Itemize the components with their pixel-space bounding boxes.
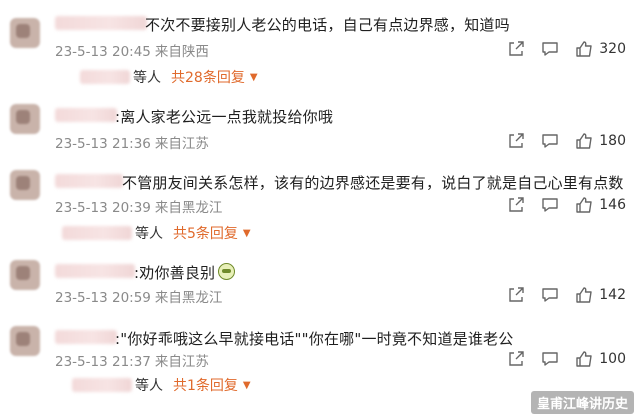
blurred-username <box>55 330 117 344</box>
blurred-username <box>55 264 135 278</box>
comment-date: 23-5-13 20:39 <box>55 200 151 216</box>
avatar[interactable] <box>10 104 40 134</box>
comment-meta: 23-5-13 20:45 来自陕西 <box>55 40 209 60</box>
blurred-username <box>72 378 132 392</box>
share-icon <box>509 133 524 148</box>
emoji-icon <box>218 263 236 280</box>
like-count: 146 <box>599 197 626 213</box>
comment-text-content: :劝你善良别 <box>134 264 216 282</box>
blurred-username <box>55 174 123 188</box>
comment-meta: 23-5-13 20:59 来自黑龙江 <box>55 286 222 306</box>
comment-icon <box>542 352 558 366</box>
reply-button[interactable] <box>541 40 559 58</box>
like-icon <box>576 287 592 303</box>
comment-location: 来自陕西 <box>154 44 209 60</box>
reply-users: 等人 <box>133 70 161 86</box>
like-button[interactable]: 320 <box>575 40 626 58</box>
comment-date: 23-5-13 20:59 <box>55 290 151 306</box>
reply-users: 等人 <box>135 226 163 242</box>
reply-summary[interactable]: 等人 共1条回复 ▼ <box>135 375 251 395</box>
share-icon <box>509 351 524 366</box>
blurred-username <box>55 16 147 30</box>
comment-item: 不次不要接别人老公的电话，自己有点边界感，知道吗 23-5-13 20:45 来自… <box>0 0 640 96</box>
blurred-username <box>80 70 130 84</box>
comment-location: 来自黑龙江 <box>154 290 223 306</box>
watermark: 皇甫江峰讲历史 <box>530 391 634 414</box>
comment-text: :劝你善良别 <box>134 262 236 283</box>
chevron-down-icon: ▼ <box>242 227 251 239</box>
like-icon <box>576 197 592 213</box>
view-replies-link[interactable]: 共28条回复 <box>171 67 245 87</box>
view-replies-link[interactable]: 共1条回复 <box>173 375 238 395</box>
like-count: 180 <box>599 133 626 149</box>
share-button[interactable] <box>507 286 525 304</box>
share-icon <box>509 197 524 212</box>
reply-button[interactable] <box>541 350 559 368</box>
comment-location: 来自黑龙江 <box>154 200 223 216</box>
like-icon <box>576 351 592 367</box>
share-button[interactable] <box>507 40 525 58</box>
comment-meta: 23-5-13 21:37 来自江苏 <box>55 350 209 370</box>
comment-actions: 320 <box>491 38 626 60</box>
comment-icon <box>542 198 558 212</box>
blurred-username <box>55 108 117 122</box>
comment-text: :"你好乖哦这么早就接电话""你在哪"一时竟不知道是谁老公 <box>115 330 514 348</box>
like-count: 100 <box>599 351 626 367</box>
comment-actions: 146 <box>491 194 626 216</box>
comment-actions: 142 <box>491 284 626 306</box>
reply-button[interactable] <box>541 196 559 214</box>
avatar[interactable] <box>10 18 40 48</box>
reply-summary[interactable]: 等人 共28条回复 ▼ <box>133 67 258 87</box>
comment-icon <box>542 134 558 148</box>
comment-text: :离人家老公远一点我就投给你哦 <box>115 108 334 126</box>
comment-item: :离人家老公远一点我就投给你哦 23-5-13 21:36 来自江苏 180 <box>0 96 640 162</box>
like-button[interactable]: 146 <box>575 196 626 214</box>
avatar[interactable] <box>10 326 40 356</box>
share-button[interactable] <box>507 196 525 214</box>
comment-location: 来自江苏 <box>154 136 209 152</box>
comment-icon <box>542 288 558 302</box>
like-icon <box>576 133 592 149</box>
comment-text: 不管朋友间关系怎样，该有的边界感还是要有，说白了就是自己心里有点数 <box>122 174 624 192</box>
like-count: 142 <box>599 287 626 303</box>
chevron-down-icon: ▼ <box>242 379 251 391</box>
reply-button[interactable] <box>541 286 559 304</box>
comment-item: :劝你善良别 23-5-13 20:59 来自黑龙江 142 <box>0 252 640 318</box>
reply-users: 等人 <box>135 378 163 394</box>
comment-item: 不管朋友间关系怎样，该有的边界感还是要有，说白了就是自己心里有点数 23-5-1… <box>0 162 640 252</box>
comment-actions: 100 <box>491 348 626 370</box>
chevron-down-icon: ▼ <box>249 71 258 83</box>
share-icon <box>509 41 524 56</box>
comment-date: 23-5-13 21:36 <box>55 136 151 152</box>
share-icon <box>509 287 524 302</box>
reply-button[interactable] <box>541 132 559 150</box>
comment-meta: 23-5-13 21:36 来自江苏 <box>55 132 209 152</box>
like-button[interactable]: 180 <box>575 132 626 150</box>
blurred-username <box>62 226 132 240</box>
comment-text: 不次不要接别人老公的电话，自己有点边界感，知道吗 <box>145 16 510 34</box>
avatar[interactable] <box>10 170 40 200</box>
like-button[interactable]: 142 <box>575 286 626 304</box>
comment-date: 23-5-13 21:37 <box>55 354 151 370</box>
comment-icon <box>542 42 558 56</box>
like-count: 320 <box>599 41 626 57</box>
reply-summary[interactable]: 等人 共5条回复 ▼ <box>135 223 251 243</box>
comment-date: 23-5-13 20:45 <box>55 44 151 60</box>
like-button[interactable]: 100 <box>575 350 626 368</box>
share-button[interactable] <box>507 132 525 150</box>
share-button[interactable] <box>507 350 525 368</box>
avatar[interactable] <box>10 260 40 290</box>
comment-actions: 180 <box>491 130 626 152</box>
comment-location: 来自江苏 <box>154 354 209 370</box>
view-replies-link[interactable]: 共5条回复 <box>173 223 238 243</box>
comment-meta: 23-5-13 20:39 来自黑龙江 <box>55 196 222 216</box>
like-icon <box>576 41 592 57</box>
